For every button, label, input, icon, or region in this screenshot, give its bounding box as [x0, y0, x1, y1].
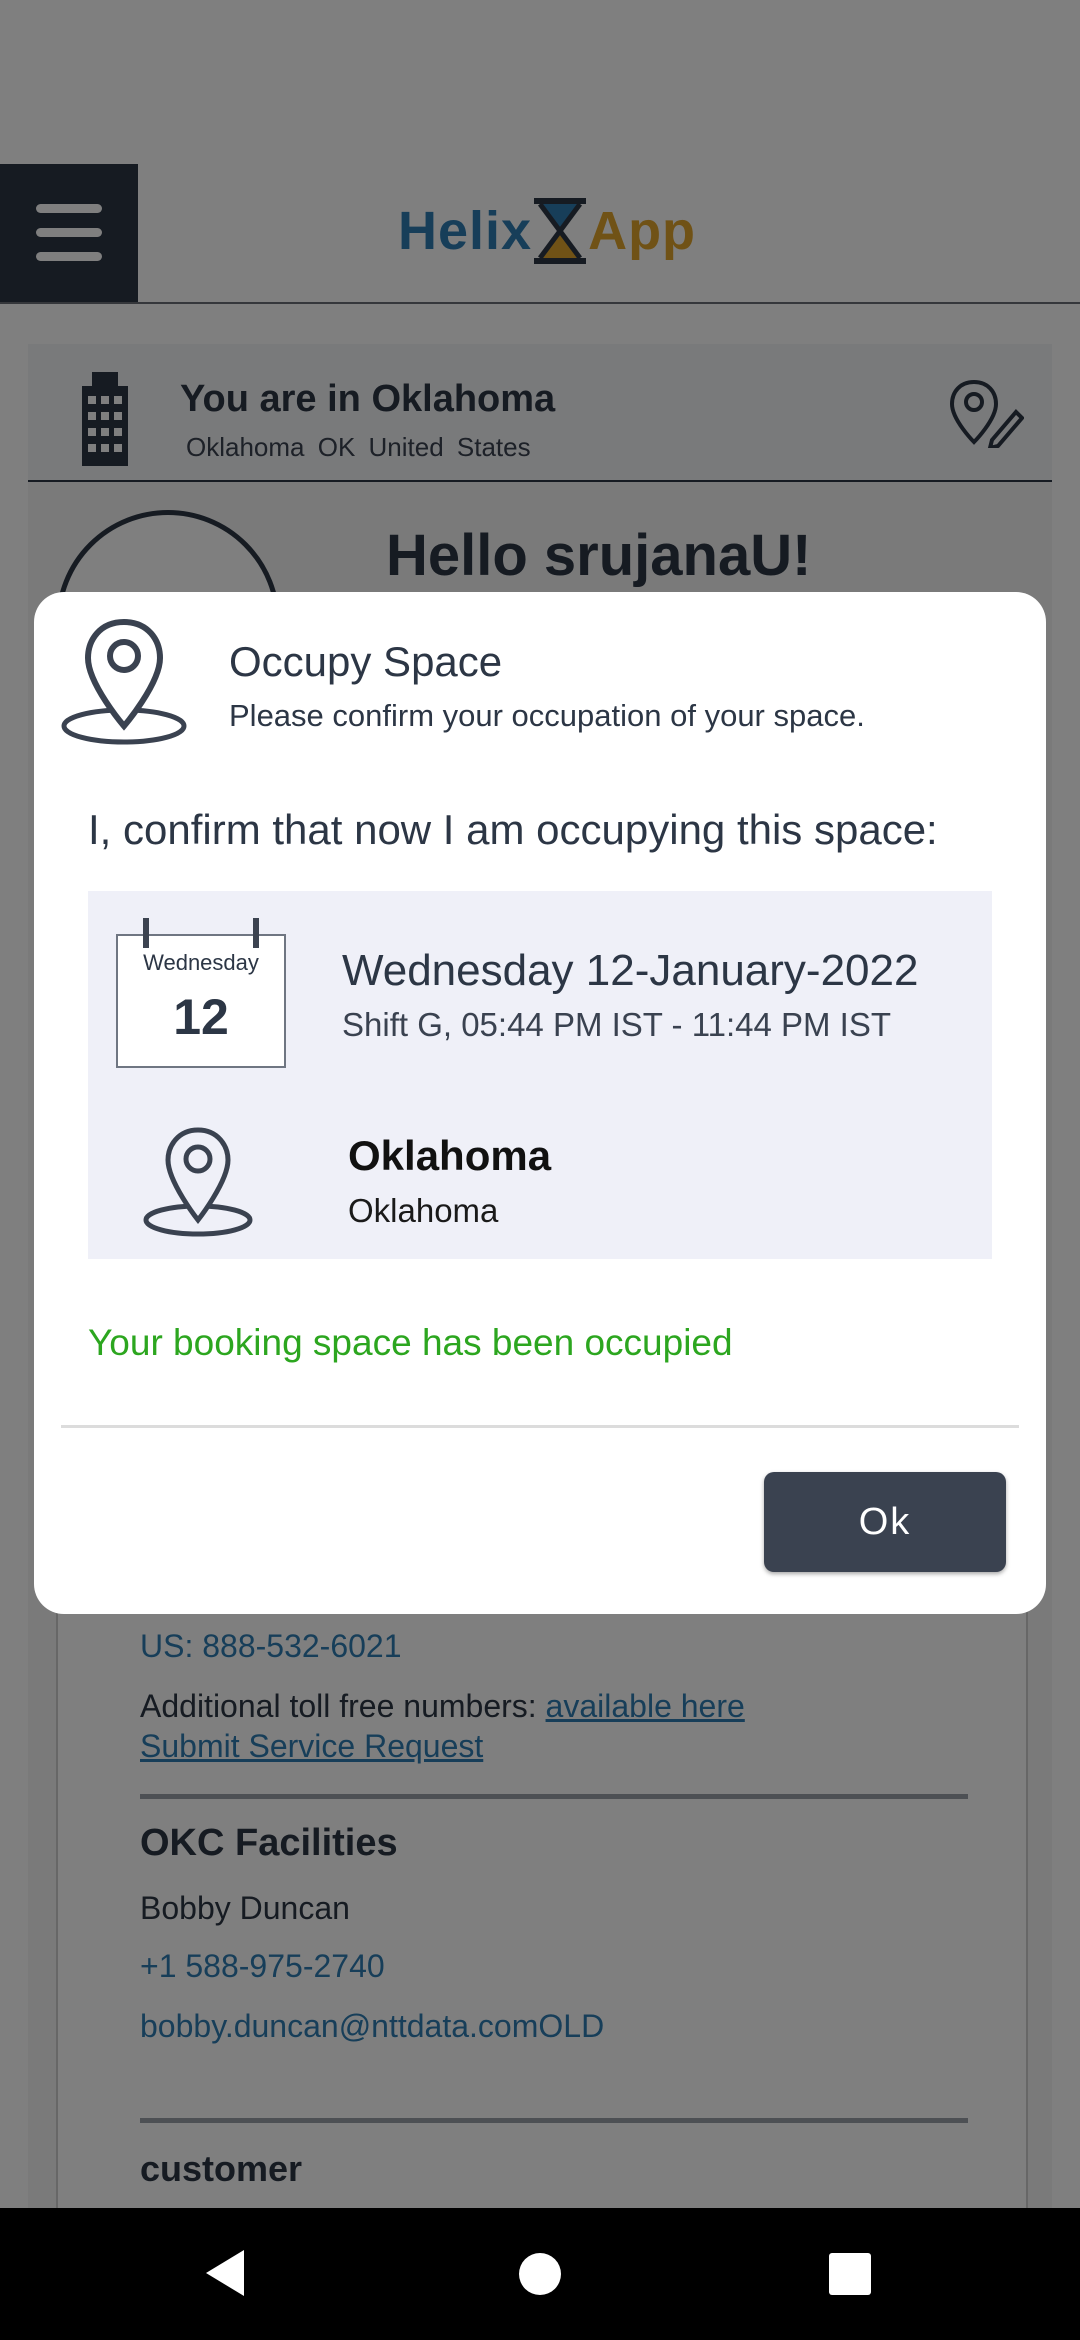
system-navigation-bar [0, 2208, 1080, 2340]
booking-date: Wednesday 12-January-2022 [342, 946, 919, 995]
confirm-statement: I, confirm that now I am occupying this … [88, 806, 938, 853]
space-name: Oklahoma [348, 1132, 552, 1179]
dialog-divider [61, 1425, 1019, 1428]
dialog-title: Occupy Space [229, 638, 503, 685]
calendar-weekday: Wednesday [143, 950, 259, 975]
calendar-ring [253, 918, 259, 948]
calendar-ring [143, 918, 149, 948]
calendar-date: 12 [173, 989, 229, 1045]
success-message: Your booking space has been occupied [88, 1322, 733, 1363]
space-location: Oklahoma [348, 1192, 499, 1229]
recents-icon[interactable] [828, 2252, 872, 2296]
booking-shift: Shift G, 05:44 PM IST - 11:44 PM IST [342, 1006, 891, 1043]
ok-button[interactable]: Ok [764, 1472, 1006, 1572]
dialog-subtitle: Please confirm your occupation of your s… [229, 698, 865, 733]
home-icon[interactable] [518, 2252, 562, 2296]
back-icon[interactable] [202, 2248, 248, 2298]
space-location-pin-icon [143, 1127, 253, 1237]
location-pin-icon [61, 618, 187, 745]
